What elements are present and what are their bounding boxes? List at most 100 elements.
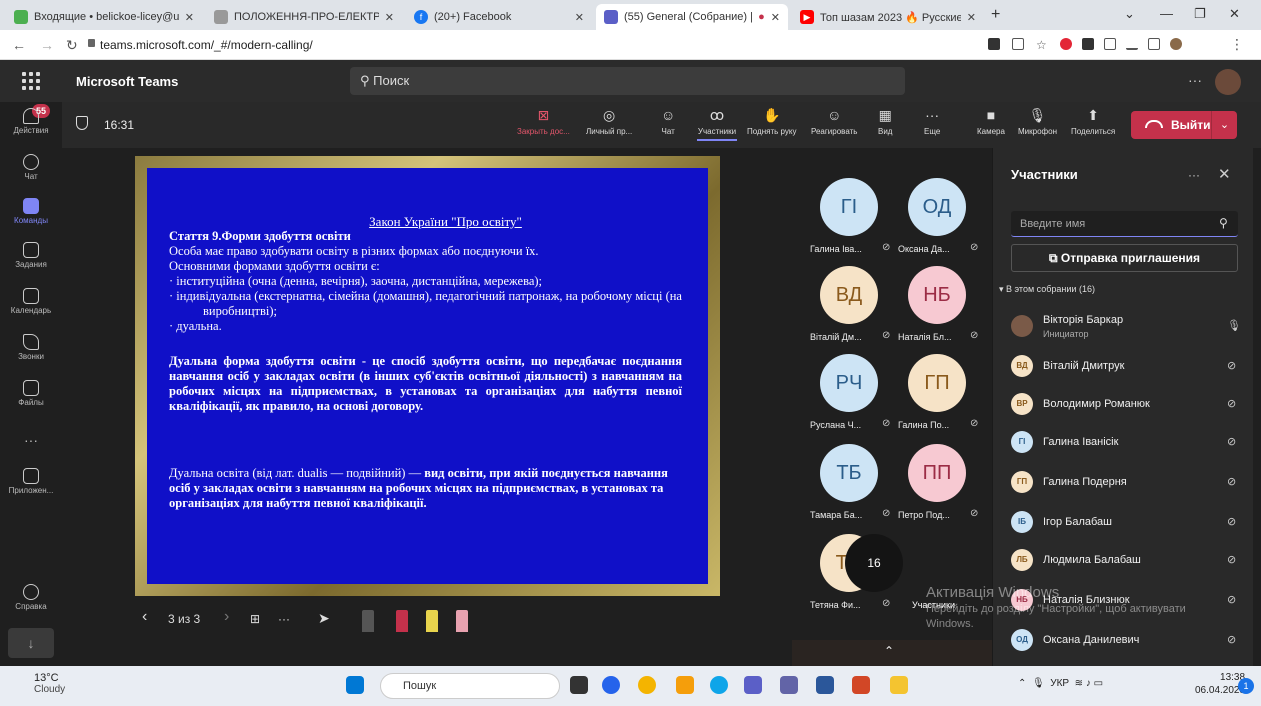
url-field[interactable]: teams.microsoft.com/_#/modern-calling/ (100, 38, 313, 52)
participant-tile[interactable]: НБ Наталія Бл... ⊘ (898, 266, 988, 356)
teams-taskbar-icon[interactable] (744, 676, 762, 694)
participant-tile[interactable]: ОД Оксана Да... ⊘ (898, 178, 988, 268)
search-input[interactable]: ⚲ Поиск (350, 67, 905, 95)
eraser-icon[interactable] (456, 610, 468, 632)
system-tray[interactable]: ⌃ 🎙 УКР ≋ ♪ ▭ (1018, 678, 1103, 689)
task-view-icon[interactable] (570, 676, 588, 694)
participant-tile[interactable]: ГІ Галина Іва... ⊘ (810, 178, 900, 268)
profile-avatar[interactable] (1170, 38, 1182, 50)
file-explorer-icon[interactable] (890, 676, 908, 694)
extension-icon[interactable] (1082, 38, 1094, 50)
close-window-icon[interactable]: ✕ (1229, 6, 1240, 22)
chrome-icon[interactable] (638, 676, 656, 694)
download-icon[interactable] (1126, 38, 1138, 50)
private-view-button[interactable]: ◎ Личный пр... (586, 106, 632, 136)
raise-hand-button[interactable]: ✋ Поднять руку (747, 106, 796, 136)
notification-badge[interactable]: 1 (1238, 678, 1254, 694)
avatar[interactable] (1215, 69, 1241, 95)
participant-tile[interactable]: ГП Галина По... ⊘ (898, 354, 988, 444)
windows-search-input[interactable]: Пошук (380, 673, 560, 699)
chevron-up-icon[interactable]: ⌃ (884, 644, 894, 658)
browser-tab[interactable]: f (20+) Facebook ✕ (406, 4, 592, 30)
view-button[interactable]: ▦ Вид (878, 106, 892, 136)
more-actions-button[interactable]: ··· Еще (924, 106, 940, 136)
rail-item-files[interactable]: Файлы (0, 380, 62, 407)
participant-row[interactable]: ІБ Ігор Балабаш ⊘ (1011, 508, 1251, 538)
app-icon[interactable] (710, 676, 728, 694)
rail-item-apps[interactable]: Приложен... (0, 468, 62, 495)
share-icon[interactable] (1012, 38, 1024, 50)
close-icon[interactable]: ✕ (1218, 165, 1231, 183)
back-icon[interactable]: ← (12, 37, 26, 53)
next-slide-button[interactable]: › (224, 608, 229, 626)
wifi-icon[interactable]: ≋ (1075, 678, 1083, 689)
react-button[interactable]: ☺ Реагировать (811, 106, 857, 136)
participant-row[interactable]: ЛБ Людмила Балабаш ⊘ (1011, 546, 1251, 576)
browser-tab-active[interactable]: (55) General (Собрание) | M ● ✕ (596, 4, 788, 30)
app-icon[interactable] (676, 676, 694, 694)
send-invite-button[interactable]: ⧉ Отправка приглашения (1011, 244, 1238, 272)
powerpoint-icon[interactable] (852, 676, 870, 694)
highlighter-icon[interactable] (426, 610, 438, 632)
participant-search-input[interactable]: Введите имя ⚲ (1011, 211, 1238, 237)
rail-item-activity[interactable]: Действия (0, 108, 62, 135)
chevron-up-icon[interactable]: ⌃ (1018, 678, 1026, 689)
rail-item-calls[interactable]: Звонки (0, 334, 62, 361)
participants-button[interactable]: ꝏ Участники (697, 106, 737, 141)
browser-tab[interactable]: ПОЛОЖЕННЯ-ПРО-ЕЛЕКТРОНН✕ (206, 4, 402, 30)
leave-button[interactable]: Выйти ⌄ (1131, 111, 1237, 139)
more-options-button[interactable]: ··· (278, 612, 290, 626)
tab-close-icon[interactable]: ✕ (185, 11, 194, 24)
forward-icon[interactable]: → (40, 37, 54, 53)
reload-icon[interactable]: ↻ (66, 37, 78, 54)
pointer-icon[interactable]: ➤ (318, 610, 330, 627)
more-options-icon[interactable]: ··· (1188, 72, 1202, 88)
panel-more-icon[interactable]: ··· (1188, 168, 1200, 182)
chevron-down-icon[interactable]: ⌄ (1211, 111, 1237, 139)
rail-item-teams[interactable]: Команды (0, 198, 62, 225)
tab-close-icon[interactable]: ✕ (771, 11, 780, 24)
participant-tile[interactable]: ТБ Тамара Ба... ⊘ (810, 444, 900, 534)
tab-close-icon[interactable]: ✕ (967, 11, 976, 24)
self-video-thumbnail[interactable]: ⌃ (792, 640, 992, 666)
chat-button[interactable]: ☺ Чат (661, 106, 675, 136)
participant-row[interactable]: ГП Галина Подерня ⊘ (1011, 468, 1251, 498)
new-tab-button[interactable]: + (991, 6, 1000, 24)
teams-taskbar-icon[interactable] (780, 676, 798, 694)
rail-item-help[interactable]: Справка (0, 584, 62, 611)
participants-group-header[interactable]: ▾ В этом собрании (16) (999, 284, 1095, 295)
reading-list-icon[interactable] (1104, 38, 1116, 50)
red-pen-icon[interactable] (396, 610, 408, 632)
bookmark-star-icon[interactable]: ☆ (1036, 38, 1048, 52)
side-panel-icon[interactable] (1148, 38, 1160, 50)
rail-item-calendar[interactable]: Календарь (0, 288, 62, 315)
participant-tile[interactable]: РЧ Руслана Ч... ⊘ (810, 354, 900, 444)
windows-start-icon[interactable] (346, 676, 364, 694)
app-launcher-icon[interactable] (22, 72, 40, 90)
microphone-button[interactable]: 🎙 Микрофон (1018, 106, 1057, 136)
rail-more-button[interactable]: ··· (0, 432, 62, 448)
browser-tab[interactable]: ▶Топ шазам 2023 🔥 Русские хи✕ (792, 4, 984, 30)
slides-grid-icon[interactable]: ⊞ (250, 612, 260, 626)
rail-item-assignments[interactable]: Задания (0, 242, 62, 269)
battery-icon[interactable]: ▭ (1094, 678, 1103, 689)
browser-menu-icon[interactable]: ⋮ (1230, 36, 1244, 53)
participant-tile[interactable]: ВД Віталій Дм... ⊘ (810, 266, 900, 356)
tab-close-icon[interactable]: ✕ (385, 11, 394, 24)
download-app-button[interactable]: ↓ (8, 628, 54, 658)
word-icon[interactable] (816, 676, 834, 694)
camera-indicator-icon[interactable] (988, 38, 1000, 50)
participants-count-tile[interactable]: 16 (845, 534, 903, 592)
participant-row[interactable]: ВД Віталій Дмитрук ⊘ (1011, 352, 1251, 382)
tab-close-icon[interactable]: ✕ (575, 11, 584, 24)
participant-row[interactable]: ОД Оксана Данилевич ⊘ (1011, 626, 1251, 656)
participant-row[interactable]: Вікторія Баркар Инициатор 🎙 (1011, 312, 1251, 342)
restore-icon[interactable]: ❐ (1194, 6, 1206, 22)
volume-icon[interactable]: ♪ (1086, 678, 1091, 689)
participant-row[interactable]: ВР Володимир Романюк ⊘ (1011, 390, 1251, 420)
participant-row[interactable]: ГІ Галина Іванісік ⊘ (1011, 428, 1251, 458)
rail-item-chat[interactable]: Чат (0, 154, 62, 181)
browser-tab[interactable]: Входящие • belickoe-licey@ukr. ✕ (6, 4, 202, 30)
pen-icon[interactable] (362, 610, 374, 632)
stop-sharing-button[interactable]: ⊠ Закрыть дос... (517, 106, 570, 136)
